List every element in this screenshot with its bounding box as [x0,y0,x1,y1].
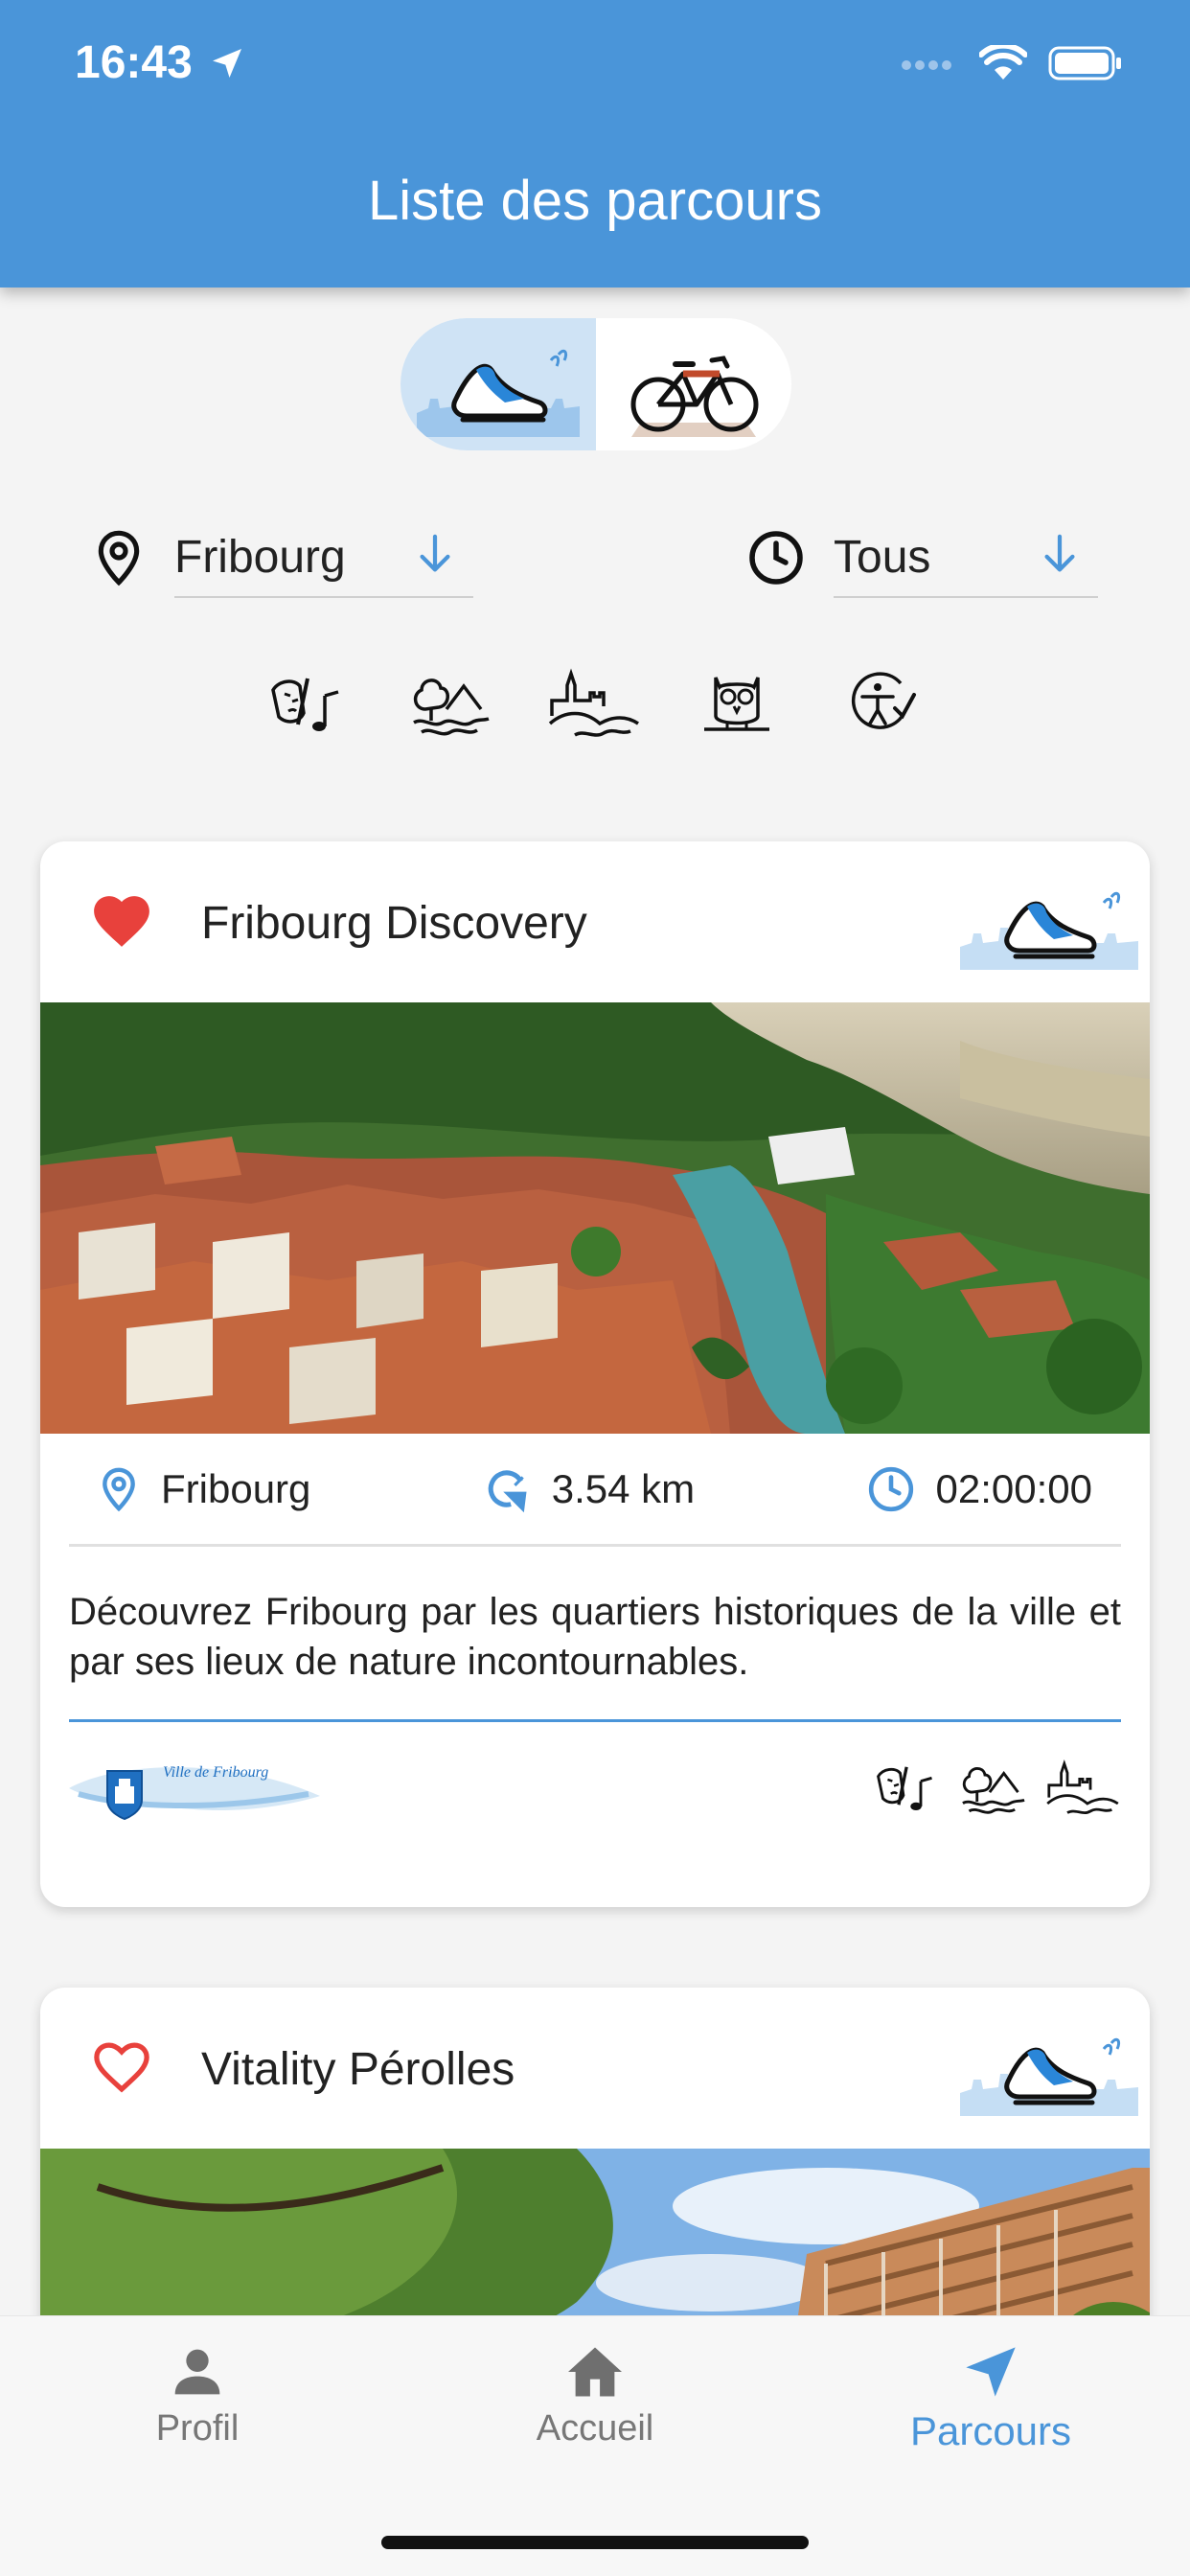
route-description: Découvrez Fribourg par les quartiers his… [69,1591,1121,1683]
heritage-category[interactable] [544,661,644,748]
route-card-footer: Ville de Fribourg [69,1719,1121,1853]
favorite-button[interactable] [90,891,153,952]
home-indicator [381,2536,809,2549]
accessibility-icon [851,672,916,729]
route-distance-icon [488,1469,527,1512]
route-card[interactable]: Fribourg Discovery Fribourg 3.54 km 02:0… [40,841,1150,1907]
tab-profil[interactable]: Profil [102,2345,293,2450]
location-value: Fribourg [174,531,346,583]
bicycle-icon [630,356,759,437]
clock-icon [868,1466,913,1511]
route-duration: 02:00:00 [867,1465,1092,1513]
nature-icon [413,678,490,736]
accessibility-category[interactable] [830,661,929,748]
status-time: 16:43 [75,36,246,89]
route-title: Vitality Pérolles [201,2044,515,2095]
culture-icon [271,678,339,731]
heritage-icon [1046,1759,1119,1814]
duration-select[interactable]: Tous [834,518,1098,598]
walk-mode-option[interactable] [400,318,596,450]
tab-accueil[interactable]: Accueil [499,2345,691,2450]
route-categories [872,1758,1121,1819]
clock-icon [749,531,803,585]
heart-outline-icon [94,2042,149,2093]
battery-icon [1048,46,1121,80]
walking-shoe-icon [960,891,1138,970]
duration-value: Tous [834,531,931,583]
wifi-icon [979,45,1027,80]
location-pin-icon [98,530,140,586]
heart-filled-icon [94,896,149,947]
heritage-icon [548,668,639,737]
nature-icon [962,1766,1025,1814]
kids-category[interactable] [687,661,787,748]
route-title: Fribourg Discovery [201,898,587,949]
tab-parcours[interactable]: Parcours [895,2345,1087,2454]
route-meta: Fribourg 3.54 km 02:00:00 [69,1434,1121,1547]
navigation-arrow-icon [966,2347,1016,2397]
home-icon [568,2347,622,2397]
page-title: Liste des parcours [368,170,822,232]
walking-shoe-icon [960,2037,1138,2116]
arrow-down-icon [420,534,450,572]
signal-icon [902,60,951,70]
mode-toggle[interactable] [400,318,791,450]
bike-mode-option[interactable] [596,318,791,450]
nature-category[interactable] [401,661,501,748]
person-icon [174,2349,220,2395]
location-filter[interactable]: Fribourg [92,518,473,598]
route-type-badge [960,889,1138,975]
tab-label: Parcours [909,2408,1072,2453]
location-select[interactable]: Fribourg [174,518,473,598]
route-card-header: Fribourg Discovery [40,841,1150,1002]
route-distance: 3.54 km [483,1465,695,1513]
route-type-badge [960,2036,1138,2121]
route-photo [40,1002,1150,1434]
favorite-button[interactable] [90,2037,153,2098]
category-filters [259,661,929,748]
duration-filter[interactable]: Tous [747,518,1098,598]
culture-icon [877,1765,932,1810]
location-pin-icon [103,1467,135,1511]
location-arrow-icon [212,48,241,78]
tab-label: Accueil [536,2408,654,2449]
culture-category[interactable] [259,661,358,748]
logo-text: Ville de Fribourg [163,1764,268,1781]
status-indicators [901,44,1123,82]
route-card-header: Vitality Pérolles [40,1988,1150,2149]
route-location: Fribourg [98,1465,310,1513]
ville-de-fribourg-logo: Ville de Fribourg [69,1764,320,1820]
owl-icon [704,677,769,731]
app-header: 16:43 Liste des parcours [0,0,1190,288]
walking-shoe-icon [417,349,580,437]
tab-label: Profil [155,2408,240,2449]
arrow-down-icon [1044,534,1075,572]
